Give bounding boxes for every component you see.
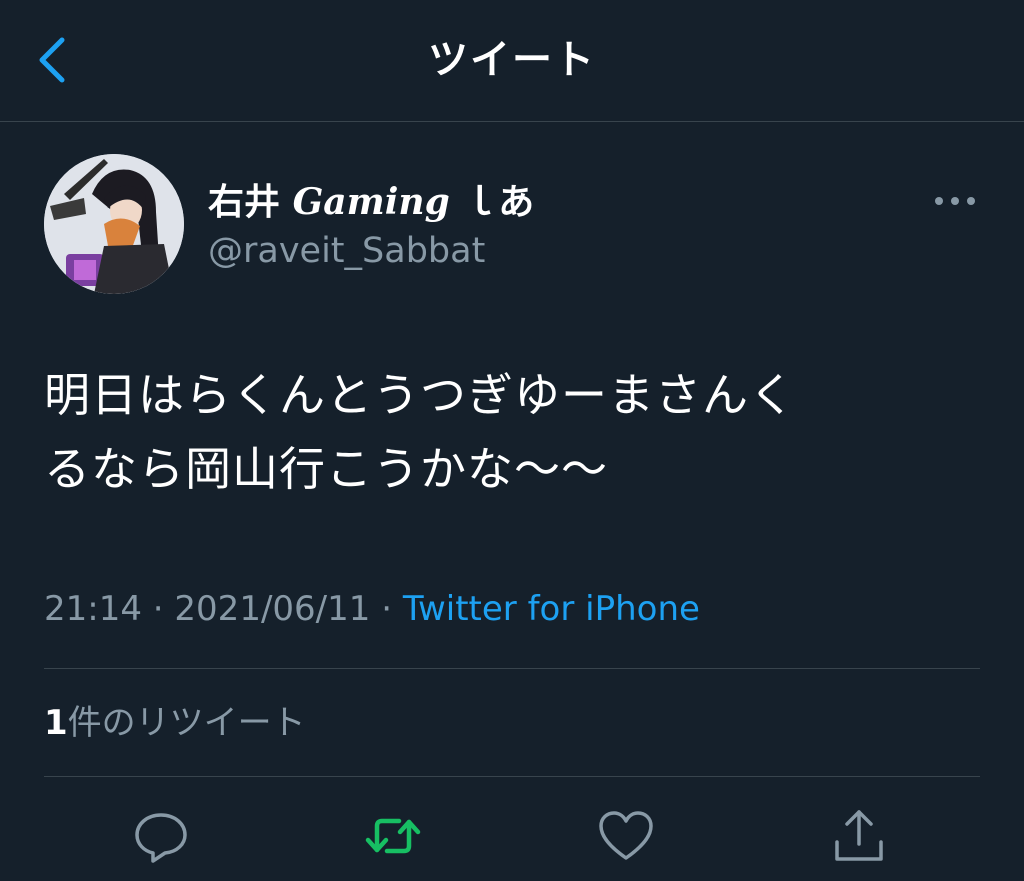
tweet-time: 21:14 — [44, 589, 142, 629]
display-name-suffix: ｌあ — [462, 182, 535, 223]
display-name[interactable]: 右井 Gaming ｌあ — [208, 178, 534, 227]
meta-separator: · — [152, 589, 164, 629]
share-icon — [835, 810, 883, 861]
retweet-icon — [365, 818, 421, 854]
retweet-button[interactable] — [363, 806, 423, 866]
username[interactable]: @raveit_Sabbat — [208, 228, 485, 274]
tweet-meta: 21:14 · 2021/06/11 · Twitter for iPhone — [44, 586, 700, 632]
like-button[interactable] — [596, 806, 656, 866]
more-horizontal-icon — [935, 197, 975, 205]
retweet-count: 1 — [44, 703, 68, 743]
reply-button[interactable] — [131, 806, 191, 866]
header-bar: ツイート — [0, 0, 1024, 122]
tweet-source-link[interactable]: Twitter for iPhone — [403, 589, 700, 629]
display-name-gaming: Gaming — [292, 181, 450, 223]
tweet-text: 明日はらくんとうつぎゆーまさんく るなら岡山行こうかな〜〜 — [44, 358, 984, 506]
tweet-text-line: 明日はらくんとうつぎゆーまさんく — [44, 368, 796, 422]
share-button[interactable] — [829, 806, 889, 866]
avatar-illustration — [44, 154, 184, 294]
more-options-button[interactable] — [930, 186, 980, 216]
meta-separator: · — [381, 589, 393, 629]
reply-icon — [135, 813, 187, 863]
divider — [44, 668, 980, 669]
tweet-date: 2021/06/11 — [174, 589, 371, 629]
page-title: ツイート — [428, 37, 596, 83]
heart-icon — [599, 811, 653, 860]
divider — [44, 776, 980, 777]
retweet-label: 件のリツイート — [67, 703, 306, 743]
tweet-detail-screen: ツイート 右井 Gaming ｌあ @raveit_Sabbat 明日はらくんと… — [0, 0, 1024, 881]
display-name-prefix: 右井 — [208, 182, 281, 223]
retweet-stats[interactable]: 1件のリツイート — [44, 700, 306, 746]
tweet-text-line: るなら岡山行こうかな〜〜 — [44, 442, 608, 496]
avatar[interactable] — [44, 154, 184, 294]
